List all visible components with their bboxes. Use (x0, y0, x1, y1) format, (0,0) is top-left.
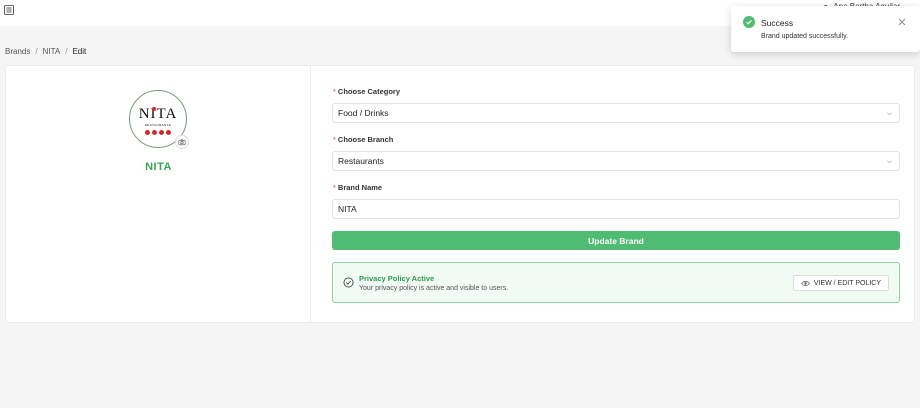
camera-icon (178, 139, 186, 146)
eye-icon (801, 280, 810, 286)
chevron-down-icon (887, 160, 892, 164)
privacy-policy-panel: Privacy Policy Active Your privacy polic… (332, 262, 900, 303)
category-value: Food / Drinks (338, 108, 389, 118)
branch-select[interactable]: Restaurants (332, 151, 900, 171)
logo-subtitle: RESTAURANTE (144, 123, 172, 127)
view-edit-policy-button[interactable]: VIEW / EDIT POLICY (792, 275, 889, 291)
brand-form: * Choose Category Food / Drinks * Choose B… (312, 66, 916, 322)
close-icon[interactable] (898, 18, 906, 26)
success-toast: Success Brand updated successfully. (731, 6, 920, 52)
change-logo-button[interactable] (175, 135, 189, 149)
menu-toggle-icon[interactable] (4, 5, 14, 15)
check-circle-icon (343, 277, 354, 288)
policy-button-label: VIEW / EDIT POLICY (813, 279, 881, 287)
branch-label: * Choose Branch (333, 135, 394, 144)
breadcrumb-separator: / (35, 47, 38, 56)
toast-title: Success (761, 18, 794, 28)
policy-title: Privacy Policy Active (359, 274, 435, 283)
brand-profile-pane: NITA RESTAURANTE NITA (6, 66, 311, 322)
breadcrumb-nita[interactable]: NITA (43, 47, 61, 56)
toast-message: Brand updated successfully. (761, 33, 849, 40)
required-marker: * (333, 183, 336, 192)
required-marker: * (333, 135, 336, 144)
breadcrumb-separator: / (65, 47, 68, 56)
brand-name-input[interactable] (332, 199, 900, 219)
brand-name-heading: NITA (145, 161, 172, 173)
category-select[interactable]: Food / Drinks (332, 103, 900, 123)
logo-word: NITA (138, 106, 178, 122)
required-marker: * (333, 87, 336, 96)
update-brand-button[interactable]: Update Brand (332, 231, 900, 250)
category-label: * Choose Category (333, 87, 401, 96)
chevron-down-icon (887, 112, 892, 116)
breadcrumb: Brands / NITA / Edit (5, 47, 86, 56)
success-check-icon (743, 16, 755, 28)
brand-name-label: * Brand Name (333, 183, 383, 192)
brand-edit-card: NITA RESTAURANTE NITA * Choose Category F… (5, 65, 915, 323)
logo-dot (152, 107, 156, 111)
branch-value: Restaurants (338, 156, 384, 166)
breadcrumb-edit: Edit (72, 47, 87, 56)
breadcrumb-brands[interactable]: Brands (5, 47, 30, 56)
logo-dots (145, 130, 171, 135)
policy-description: Your privacy policy is active and visibl… (359, 285, 509, 292)
